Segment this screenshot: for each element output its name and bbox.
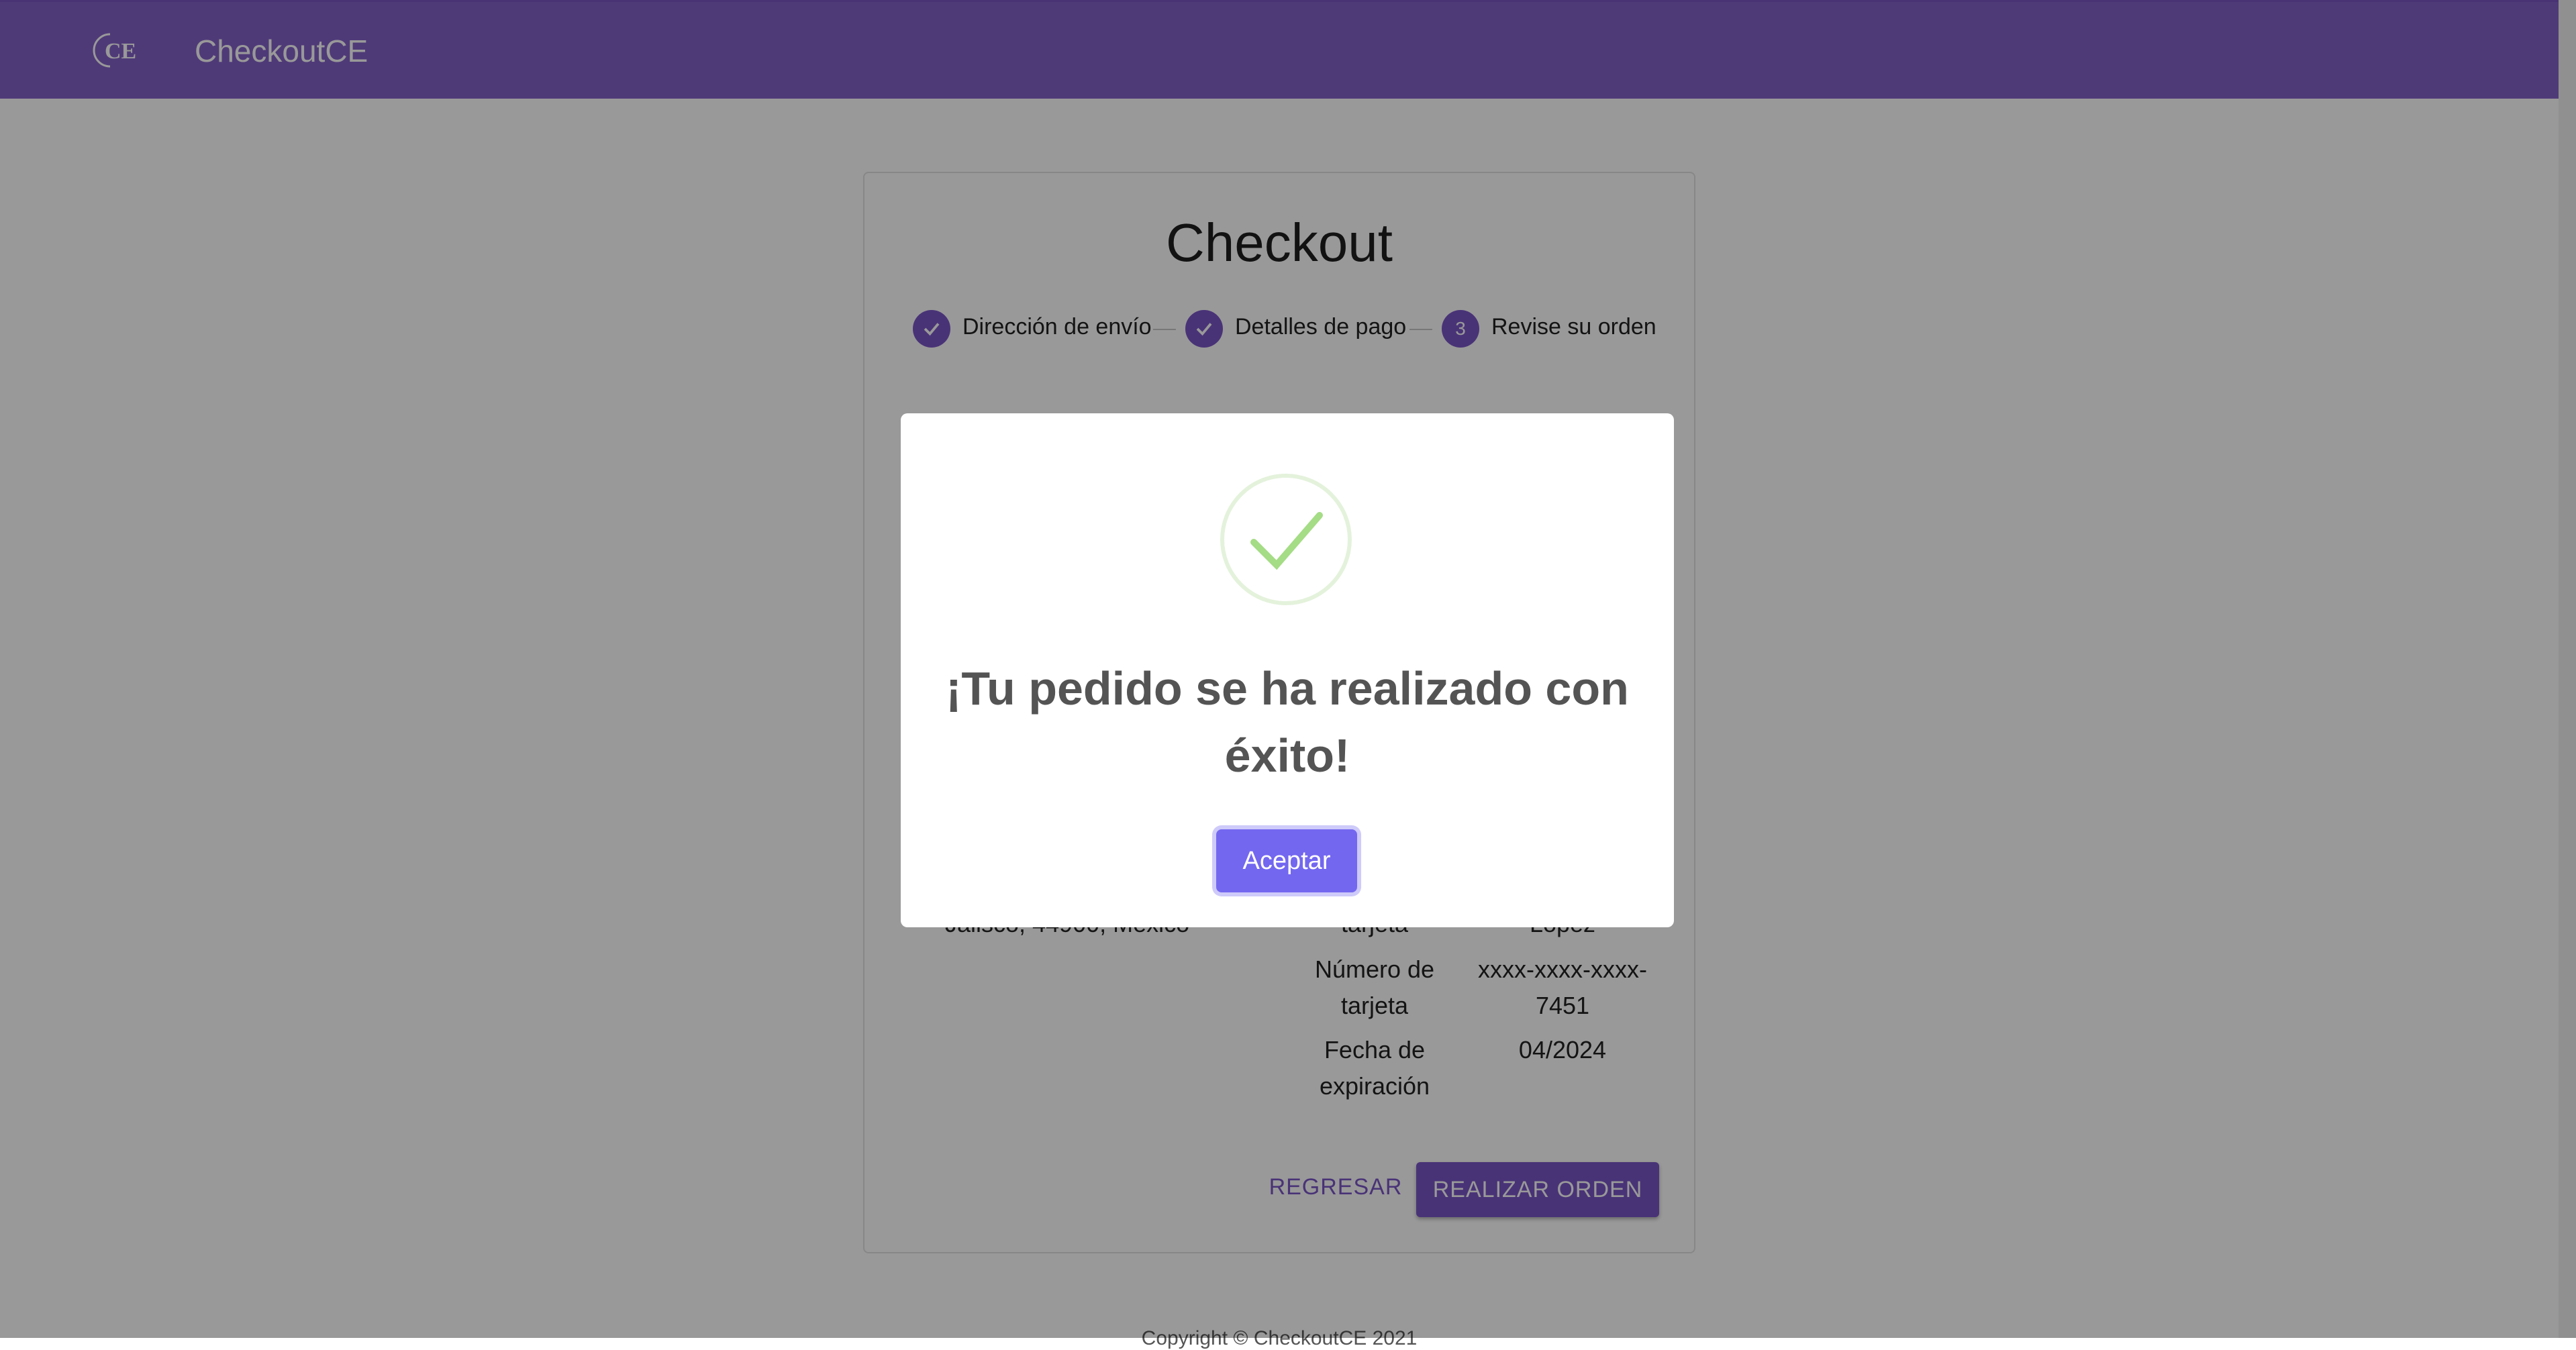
accept-button[interactable]: Aceptar [1216,829,1357,892]
success-dialog: ¡Tu pedido se ha realizado con éxito! Ac… [901,413,1674,927]
success-check-icon [1220,474,1352,605]
dialog-title: ¡Tu pedido se ha realizado con éxito! [946,662,1629,782]
